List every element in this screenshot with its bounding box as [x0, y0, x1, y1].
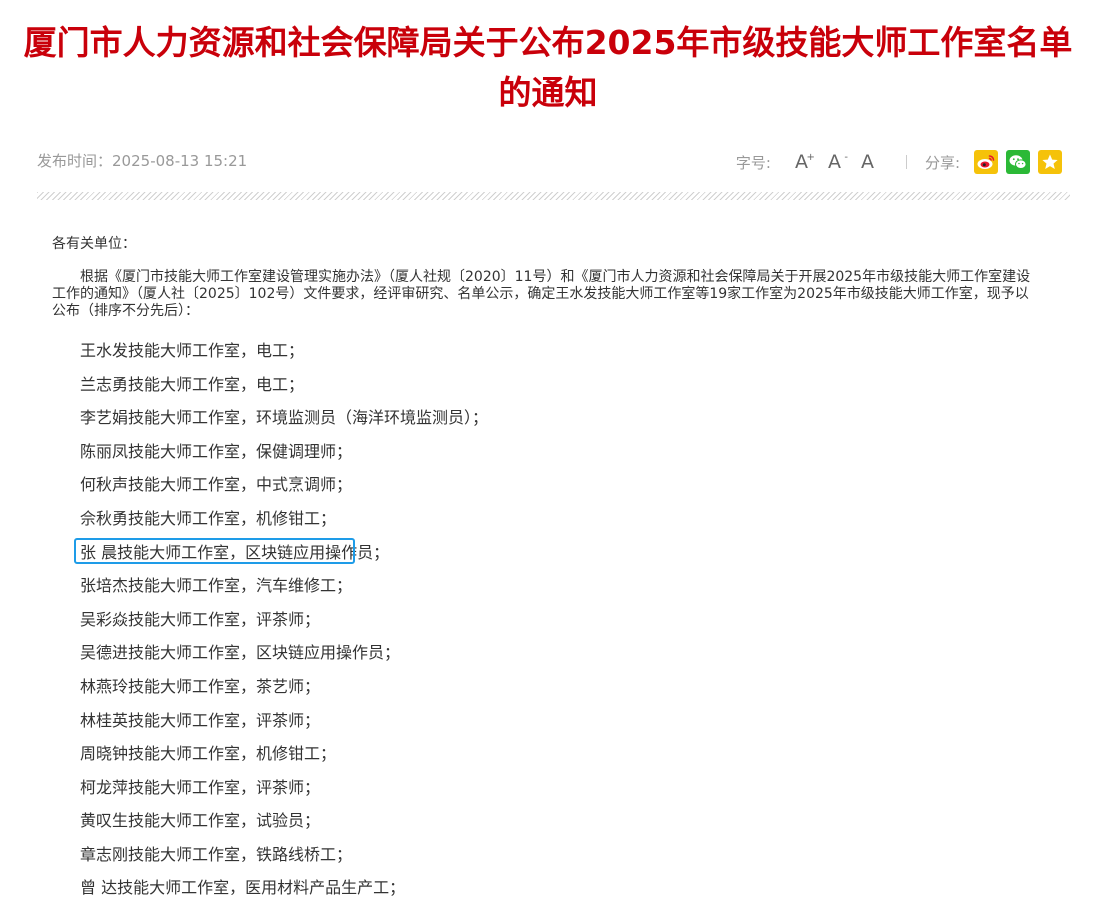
list-item: 李艺娟技能大师工作室，环境监测员（海洋环境监测员）； [80, 408, 489, 427]
list-item: 王水发技能大师工作室，电工； [80, 341, 305, 360]
font-size-label: 字号: [735, 153, 771, 172]
list-item: 兰志勇技能大师工作室，电工； [80, 375, 305, 394]
share-label: 分享: [924, 153, 960, 172]
selection-highlight-box [74, 538, 355, 564]
wechat-icon [1009, 155, 1027, 169]
list-item: 何秋声技能大师工作室，中式烹调师； [80, 475, 353, 494]
star-icon [1042, 154, 1058, 169]
list-item: 周晓钟技能大师工作室，机修钳工； [80, 744, 337, 763]
favorite-share-button[interactable] [1038, 150, 1062, 174]
weibo-icon [977, 155, 995, 169]
font-size-normal-button[interactable]: A [861, 148, 874, 176]
header-divider [37, 192, 1070, 200]
list-item: 林燕玲技能大师工作室，茶艺师； [80, 677, 321, 696]
list-item: 吴德进技能大师工作室，区块链应用操作员； [80, 643, 401, 662]
publish-info: 发布时间：2025-08-13 15:21 [37, 150, 247, 171]
list-item: 陈丽凤技能大师工作室，保健调理师； [80, 442, 353, 461]
list-item: 吴彩焱技能大师工作室，评茶师； [80, 610, 321, 629]
list-item: 黄叹生技能大师工作室，试验员； [80, 811, 321, 830]
article-meta-bar: 发布时间：2025-08-13 15:21 字号: A + A- A 分享: [37, 148, 1062, 176]
article-page: 厦门市人力资源和社会保障局关于公布2025年市级技能大师工作室名单 的通知 发布… [0, 0, 1096, 897]
list-item: 章志刚技能大师工作室，铁路线桥工； [80, 845, 353, 864]
article-title-line2: 的通知 [498, 73, 598, 112]
article-tools: 字号: A + A- A 分享: [736, 148, 1062, 176]
article-title: 厦门市人力资源和社会保障局关于公布2025年市级技能大师工作室名单 的通知 [0, 18, 1096, 118]
font-size-large-button[interactable]: A + [795, 148, 815, 176]
article-greeting: 各有关单位： [52, 236, 136, 252]
article-title-line1: 厦门市人力资源和社会保障局关于公布2025年市级技能大师工作室名单 [23, 23, 1073, 62]
weibo-share-button[interactable] [974, 150, 998, 174]
list-item: 曾 达技能大师工作室，医用材料产品生产工； [80, 878, 406, 897]
font-size-small-button[interactable]: A- [828, 148, 848, 176]
list-item: 张培杰技能大师工作室，汽车维修工； [80, 576, 353, 595]
publish-label: 发布时间： [37, 152, 113, 170]
list-item: 佘秋勇技能大师工作室，机修钳工； [80, 509, 337, 528]
article-intro: 根据《厦门市技能大师工作室建设管理实施办法》（厦人社规〔2020〕11号）和《厦… [52, 269, 1031, 319]
list-item: 柯龙萍技能大师工作室，评茶师； [80, 778, 321, 797]
tools-divider [905, 155, 907, 169]
list-item: 林桂英技能大师工作室，评茶师； [80, 711, 321, 730]
publish-time: 2025-08-13 15:21 [112, 152, 248, 170]
wechat-share-button[interactable] [1006, 150, 1030, 174]
article-content: 各有关单位： 根据《厦门市技能大师工作室建设管理实施办法》（厦人社规〔2020〕… [52, 233, 1042, 320]
